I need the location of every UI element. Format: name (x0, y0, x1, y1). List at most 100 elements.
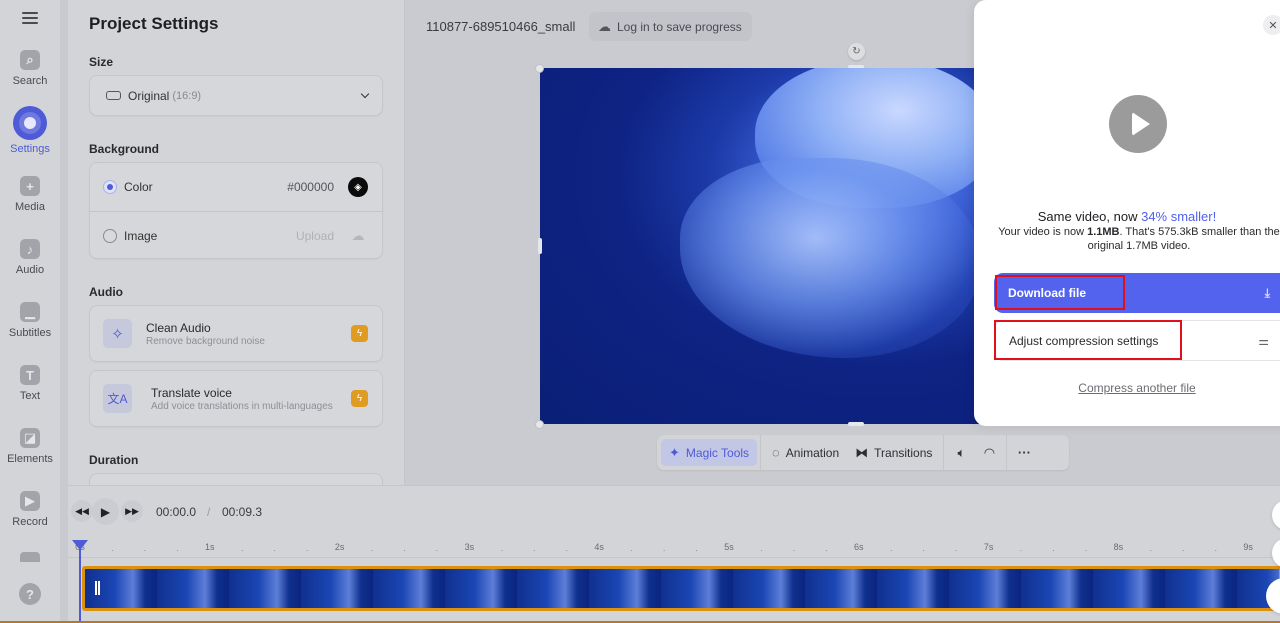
bg-color-option[interactable]: Color #000000 ◈ (90, 163, 382, 211)
size-dropdown[interactable]: Original (16:9) (89, 75, 383, 116)
tick-label: 5s (724, 542, 734, 552)
image-radio[interactable] (103, 228, 117, 243)
tick-mark: . (565, 543, 569, 553)
more-icon[interactable] (0, 552, 60, 562)
translate-subtitle: Add voice translations in multi-language… (151, 400, 333, 412)
resize-handle-bottom-left[interactable] (535, 420, 544, 429)
duration-label: Duration (89, 453, 139, 467)
tick-label: 6s (854, 542, 864, 552)
sidebar-item-media[interactable]: + Media (0, 176, 60, 213)
rotate-icon[interactable]: ↻ (848, 43, 865, 60)
sidebar-item-text[interactable]: T Text (0, 365, 60, 402)
animation-button[interactable]: ◌ Animation (764, 439, 847, 466)
tick-mark: . (1149, 543, 1153, 553)
tick-mark: . (143, 543, 147, 553)
translate-icon: 文A (103, 384, 132, 413)
divider (1006, 435, 1008, 470)
download-file-button[interactable]: Download file ⤓ (994, 273, 1280, 313)
result-title-text: Same video, now (1037, 209, 1142, 224)
tick-mark: . (533, 543, 536, 553)
transitions-icon: ⧓ (855, 444, 869, 460)
result-percent: 34% smaller! (1141, 209, 1217, 224)
paint-bucket-icon[interactable]: ◈ (348, 177, 368, 197)
project-settings-panel: Project Settings Size Original (16:9) Ba… (68, 0, 405, 485)
sidebar-item-label: Audio (15, 264, 45, 276)
more-options-icon[interactable]: ··· (1010, 439, 1038, 466)
sidebar-item-label: Media (15, 201, 45, 213)
volume-icon[interactable]: 🔈︎ (947, 439, 975, 466)
video-preview[interactable] (540, 68, 990, 424)
play-button[interactable]: ▶ (92, 498, 119, 525)
resize-handle-top-left[interactable] (535, 64, 544, 73)
upload-link[interactable]: Upload (296, 229, 334, 243)
clip-drag-handle[interactable] (95, 581, 100, 595)
sidebar-item-label: Elements (7, 453, 53, 465)
time-ruler[interactable]: 0s...1s...2s...3s...4s...5s...6s...7s...… (68, 538, 1280, 558)
animation-icon: ◌ (772, 445, 780, 460)
tick-label: 2s (334, 542, 345, 552)
sidebar-item-subtitles[interactable]: ▁ Subtitles (0, 302, 60, 339)
resize-handle-left[interactable] (538, 238, 542, 254)
divider (943, 435, 945, 470)
transitions-button[interactable]: ⧓ Transitions (847, 439, 940, 466)
sidebar-item-elements[interactable]: ◪ Elements (0, 428, 60, 465)
transitions-label: Transitions (874, 445, 933, 460)
color-value: #000000 (287, 180, 334, 194)
total-time: 00:09.3 (222, 505, 263, 519)
close-icon[interactable]: ✕ (1263, 15, 1280, 35)
compress-another-link[interactable]: Compress another file (974, 381, 1280, 395)
clean-audio-title: Clean Audio (146, 320, 211, 335)
translate-voice-card[interactable]: 文A Translate voice Add voice translation… (89, 370, 383, 427)
login-save-label: Log in to save progress (617, 19, 742, 34)
time-separator: / (207, 505, 211, 519)
speed-icon[interactable]: ◠ (975, 439, 1003, 466)
sidebar-item-settings[interactable]: Settings (0, 106, 60, 155)
sidebar-item-label: Search (12, 75, 48, 87)
desc-text: Your video is now (998, 226, 1088, 238)
hamburger-icon[interactable] (22, 12, 38, 26)
result-title: Same video, now 34% smaller! (974, 209, 1280, 224)
magic-tools-button[interactable]: ✦ Magic Tools (661, 439, 758, 466)
cloud-upload-icon[interactable]: ☁ (348, 226, 368, 246)
login-save-button[interactable]: ☁ Log in to save progress (589, 12, 752, 41)
size-value: Original (128, 88, 170, 103)
tick-mark: . (370, 543, 374, 553)
duration-card[interactable] (89, 473, 383, 485)
timeline: ◀◀ ▶ ▶▶ 00:00.0 / 00:09.3 0s...1s...2s..… (68, 485, 1280, 623)
panel-title: Project Settings (89, 14, 219, 33)
current-time: 00:00.0 (156, 505, 197, 519)
bg-image-option[interactable]: Image Upload ☁ (90, 211, 382, 259)
tick-mark: . (240, 543, 244, 553)
clean-audio-card[interactable]: ✧ Clean Audio Remove background noise ϟ (89, 305, 383, 362)
cloud-off-icon: ☁ (598, 18, 611, 34)
tick-mark: . (792, 543, 796, 553)
tick-mark: . (760, 543, 763, 553)
video-clip[interactable] (82, 566, 1280, 611)
background-options: Color #000000 ◈ Image Upload ☁ (89, 162, 383, 259)
divider (760, 435, 762, 470)
sidebar-item-label: Subtitles (8, 327, 52, 339)
play-video-icon[interactable] (1109, 95, 1167, 153)
tick-mark: . (1052, 543, 1055, 553)
tick-label: 3s (464, 542, 475, 552)
sidebar-item-record[interactable]: ▶ Record (0, 491, 60, 528)
chevron-down-icon (360, 89, 370, 99)
sidebar-item-audio[interactable]: ♪ Audio (0, 239, 60, 276)
sidebar-item-search[interactable]: ⌕ Search (0, 50, 60, 87)
tick-mark: . (273, 543, 276, 553)
lightning-icon: ϟ (351, 325, 368, 342)
help-button[interactable]: ? (0, 583, 60, 605)
rail-scrollbar[interactable] (60, 0, 68, 623)
sidebar-item-label: Record (12, 516, 48, 528)
sliders-icon: ⚌ (1258, 333, 1269, 348)
settings-icon (13, 106, 47, 140)
file-name[interactable]: 110877-689510466_small (426, 19, 575, 34)
rewind-button[interactable]: ◀◀ (71, 500, 93, 522)
adjust-compression-button[interactable]: Adjust compression settings ⚌ (994, 320, 1280, 361)
resize-handle-bottom[interactable] (848, 422, 864, 426)
fast-forward-button[interactable]: ▶▶ (121, 500, 143, 522)
elements-icon: ◪ (20, 428, 40, 448)
color-radio[interactable] (103, 180, 117, 194)
tick-mark: . (825, 543, 828, 553)
tick-label: 7s (983, 542, 994, 552)
